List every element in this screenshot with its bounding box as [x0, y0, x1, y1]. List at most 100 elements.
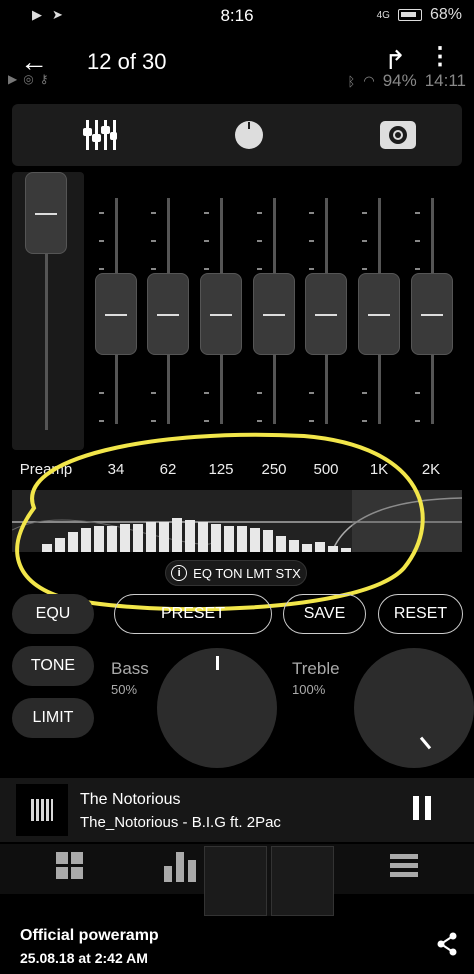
- thumbnail-tone[interactable]: [271, 846, 334, 916]
- treble-knob-indicator: [419, 736, 432, 750]
- preamp-slider-thumb[interactable]: [25, 172, 67, 254]
- preamp-track: [45, 250, 48, 430]
- band-tick: [204, 268, 209, 270]
- band-slider-thumb[interactable]: [147, 273, 189, 355]
- inner-status-right: ᛒ ◠ 94% 14:11: [348, 71, 466, 91]
- band-tick: [99, 392, 104, 394]
- track-artist: The_Notorious - B.I.G ft. 2Pac: [80, 814, 281, 831]
- tone-button-label: TONE: [30, 657, 76, 674]
- band-slider-thumb[interactable]: [253, 273, 295, 355]
- bass-value: 50%: [111, 682, 138, 697]
- album-art: [16, 784, 68, 836]
- inner-status-bar: ▶ ◎ ⚷ ᛒ ◠ 94% 14:11: [0, 70, 474, 92]
- band-tick: [257, 392, 262, 394]
- wifi-icon: ◠: [363, 73, 375, 88]
- equalizer-icon[interactable]: [80, 116, 120, 154]
- treble-value: 100%: [292, 682, 326, 697]
- band-slider-thumb[interactable]: [411, 273, 453, 355]
- band-tick: [362, 392, 367, 394]
- stereo-speaker-icon[interactable]: [378, 116, 418, 154]
- author-name: Official poweramp: [20, 927, 159, 944]
- band-tick: [99, 268, 104, 270]
- preset-button[interactable]: PRESET: [114, 594, 272, 634]
- band-tick: [151, 268, 156, 270]
- band-tick: [362, 212, 367, 214]
- highlight-circle: [15, 432, 425, 612]
- now-playing-bar[interactable]: The Notorious The_Notorious - B.I.G ft. …: [0, 778, 474, 842]
- limit-button-label: LIMIT: [32, 709, 74, 726]
- band-tick: [99, 212, 104, 214]
- band-tick: [151, 392, 156, 394]
- band-tick: [204, 392, 209, 394]
- band-slider-thumb[interactable]: [358, 273, 400, 355]
- bluetooth-icon: ᛒ: [347, 73, 356, 89]
- equ-button[interactable]: EQU: [12, 594, 94, 634]
- track-title: The Notorious: [80, 791, 181, 808]
- post-footer: Official poweramp 25.08.18 at 2:42 AM: [0, 917, 474, 974]
- band-tick: [151, 240, 156, 242]
- battery-icon: [397, 9, 422, 21]
- thumbnail-eq[interactable]: [204, 846, 267, 916]
- save-button-label: SAVE: [303, 605, 346, 622]
- tone-button[interactable]: TONE: [12, 646, 94, 686]
- band-tick: [257, 212, 262, 214]
- band-tick: [309, 392, 314, 394]
- band-slider-thumb[interactable]: [200, 273, 242, 355]
- library-grid-icon[interactable]: [56, 852, 84, 885]
- band-tick: [99, 420, 104, 422]
- treble-label: Treble: [292, 659, 340, 678]
- key-icon: ⚷: [39, 72, 49, 86]
- band-tick: [257, 420, 262, 422]
- bass-label: Bass: [111, 659, 149, 678]
- band-tick: [151, 212, 156, 214]
- equ-button-label: EQU: [35, 605, 71, 622]
- band-slider-thumb[interactable]: [95, 273, 137, 355]
- band-tick: [362, 420, 367, 422]
- bass-knob[interactable]: [157, 648, 277, 768]
- band-tick: [204, 240, 209, 242]
- post-date: 25.08.18 at 2:42 AM: [20, 950, 148, 966]
- band-tick: [309, 240, 314, 242]
- mode-selector: [12, 104, 462, 166]
- limit-button[interactable]: LIMIT: [12, 698, 94, 738]
- reset-button-label: RESET: [393, 605, 448, 622]
- thumbnail-strip[interactable]: [204, 846, 334, 916]
- share-icon[interactable]: [436, 932, 458, 961]
- band-tick: [151, 420, 156, 422]
- band-tick: [362, 240, 367, 242]
- tone-knob-icon[interactable]: [229, 116, 269, 154]
- band-tick: [415, 268, 420, 270]
- band-tick: [415, 420, 420, 422]
- inner-notification-icons: ▶ ◎ ⚷: [8, 72, 49, 86]
- band-tick: [99, 240, 104, 242]
- band-tick: [257, 240, 262, 242]
- band-tick: [204, 420, 209, 422]
- inner-time: 14:11: [424, 71, 466, 90]
- treble-knob[interactable]: [354, 648, 474, 768]
- band-tick: [257, 268, 262, 270]
- more-options-icon[interactable]: ⋮: [428, 45, 452, 69]
- inner-battery: 94%: [382, 71, 417, 90]
- battery-level: 68%: [429, 6, 462, 23]
- pause-icon[interactable]: [413, 796, 431, 820]
- save-button[interactable]: SAVE: [283, 594, 366, 634]
- equalizer-bars-icon[interactable]: [164, 852, 198, 887]
- band-tick: [309, 420, 314, 422]
- band-tick: [204, 212, 209, 214]
- bass-knob-indicator: [216, 656, 219, 670]
- play-icon: ▶: [8, 72, 18, 86]
- status-right: 4G 68%: [377, 6, 462, 24]
- band-tick: [415, 392, 420, 394]
- preset-button-label: PRESET: [160, 605, 225, 622]
- menu-icon[interactable]: [390, 852, 418, 885]
- band-tick: [415, 212, 420, 214]
- band-tick: [415, 240, 420, 242]
- band-slider-thumb[interactable]: [305, 273, 347, 355]
- network-label: 4G: [376, 9, 390, 21]
- device-status-bar: ▶ ➤ 8:16 4G 68%: [0, 0, 474, 32]
- band-tick: [309, 212, 314, 214]
- instagram-icon: ◎: [23, 72, 34, 86]
- band-tick: [309, 268, 314, 270]
- band-tick: [362, 268, 367, 270]
- reset-button[interactable]: RESET: [378, 594, 463, 634]
